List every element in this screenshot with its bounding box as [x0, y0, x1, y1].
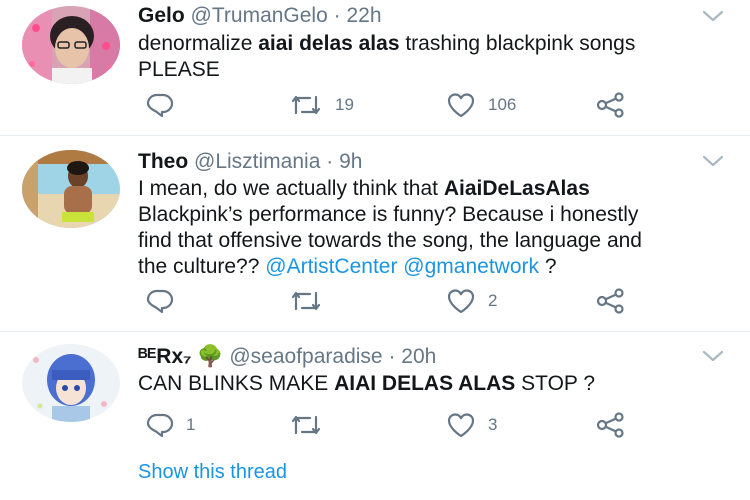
- share-button[interactable]: [596, 286, 626, 316]
- timestamp[interactable]: 22h: [346, 4, 381, 27]
- show-thread-link[interactable]: Show this thread: [138, 461, 287, 484]
- retweet-icon: [289, 93, 323, 117]
- share-icon: [596, 412, 626, 438]
- tweet-header: ᴮᴱRx₇ 🌳 @seaofparadise · 20h: [138, 344, 436, 370]
- tweet-text-segment: ?: [539, 255, 557, 278]
- like-count: 106: [488, 95, 517, 114]
- mention-link[interactable]: @gmanetwork: [403, 255, 539, 278]
- like-button[interactable]: 3: [446, 410, 497, 440]
- timestamp[interactable]: 20h: [401, 345, 436, 368]
- tweet-text-segment: CAN BLINKS MAKE: [138, 372, 335, 395]
- bold-text: AIAI DELAS ALAS: [334, 372, 516, 395]
- retweet-button[interactable]: [289, 286, 335, 316]
- retweet-icon: [289, 413, 323, 437]
- like-count: 2: [488, 291, 498, 310]
- tweet-header: Theo @Lisztimania · 9h: [138, 149, 362, 175]
- reply-button[interactable]: 1: [146, 410, 195, 440]
- reply-icon: [146, 289, 174, 313]
- like-button[interactable]: 2: [446, 286, 497, 316]
- avatar[interactable]: [22, 150, 120, 228]
- like-button[interactable]: 106: [446, 90, 516, 120]
- retweet-button[interactable]: [289, 410, 335, 440]
- avatar[interactable]: [22, 6, 120, 84]
- tweet-text-segment: trashing blackpink songs: [399, 32, 636, 55]
- avatar[interactable]: [22, 344, 120, 422]
- tweet-1[interactable]: Gelo @TrumanGelo · 22h denormalize aiai …: [0, 0, 750, 136]
- bold-text: AiaiDeLasAlas: [443, 177, 590, 200]
- reply-button[interactable]: [146, 286, 186, 316]
- tweet-text-segment: denormalize: [138, 32, 259, 55]
- chevron-down-icon[interactable]: [702, 349, 724, 363]
- tweet-2[interactable]: Theo @Lisztimania · 9h I mean, do we act…: [0, 136, 750, 332]
- like-icon: [446, 412, 476, 438]
- user-handle[interactable]: @TrumanGelo: [191, 4, 328, 27]
- retweet-button[interactable]: 19: [289, 90, 354, 120]
- reply-button[interactable]: [146, 90, 186, 120]
- share-button[interactable]: [596, 410, 626, 440]
- like-icon: [446, 92, 476, 118]
- retweet-icon: [289, 289, 323, 313]
- tweet-text: denormalize aiai delas alas trashing bla…: [138, 31, 728, 83]
- separator-dot: ·: [326, 150, 334, 173]
- share-icon: [596, 92, 626, 118]
- display-name[interactable]: ᴮᴱRx₇ 🌳: [138, 345, 224, 368]
- tweet-header: Gelo @TrumanGelo · 22h: [138, 3, 382, 29]
- retweet-count: 19: [335, 95, 354, 114]
- tweet-actions: 1 3: [138, 410, 658, 440]
- tweet-text-segment: PLEASE: [138, 58, 220, 81]
- mention-link[interactable]: @ArtistCenter: [265, 255, 397, 278]
- user-handle[interactable]: @Lisztimania: [194, 150, 320, 173]
- reply-icon: [146, 413, 174, 437]
- chevron-down-icon[interactable]: [702, 9, 724, 23]
- like-icon: [446, 288, 476, 314]
- tweet-text-segment: STOP ?: [515, 372, 596, 395]
- separator-dot: ·: [333, 4, 341, 27]
- tweet-3[interactable]: ᴮᴱRx₇ 🌳 @seaofparadise · 20h CAN BLINKS …: [0, 332, 750, 500]
- display-name[interactable]: Theo: [138, 150, 188, 173]
- bold-text: aiai delas alas: [258, 32, 400, 55]
- separator-dot: ·: [388, 345, 396, 368]
- tweet-text-segment: I mean, do we actually think that: [138, 177, 444, 200]
- tweet-text-segment: find that offensive towards the song, th…: [138, 229, 642, 252]
- timestamp[interactable]: 9h: [339, 150, 362, 173]
- chevron-down-icon[interactable]: [702, 154, 724, 168]
- tweet-text: I mean, do we actually think that AiaiDe…: [138, 176, 728, 280]
- tweet-actions: 19 106: [138, 90, 658, 120]
- reply-count: 1: [186, 415, 196, 434]
- display-name[interactable]: Gelo: [138, 4, 185, 27]
- tweet-text: CAN BLINKS MAKE AIAI DELAS ALAS STOP ?: [138, 371, 728, 397]
- reply-icon: [146, 93, 174, 117]
- share-icon: [596, 288, 626, 314]
- tweet-text-segment: the culture??: [138, 255, 266, 278]
- tweet-text-segment: Blackpink’s performance is funny? Becaus…: [138, 203, 639, 226]
- like-count: 3: [488, 415, 498, 434]
- tweet-actions: 2: [138, 286, 658, 316]
- share-button[interactable]: [596, 90, 626, 120]
- user-handle[interactable]: @seaofparadise: [229, 345, 382, 368]
